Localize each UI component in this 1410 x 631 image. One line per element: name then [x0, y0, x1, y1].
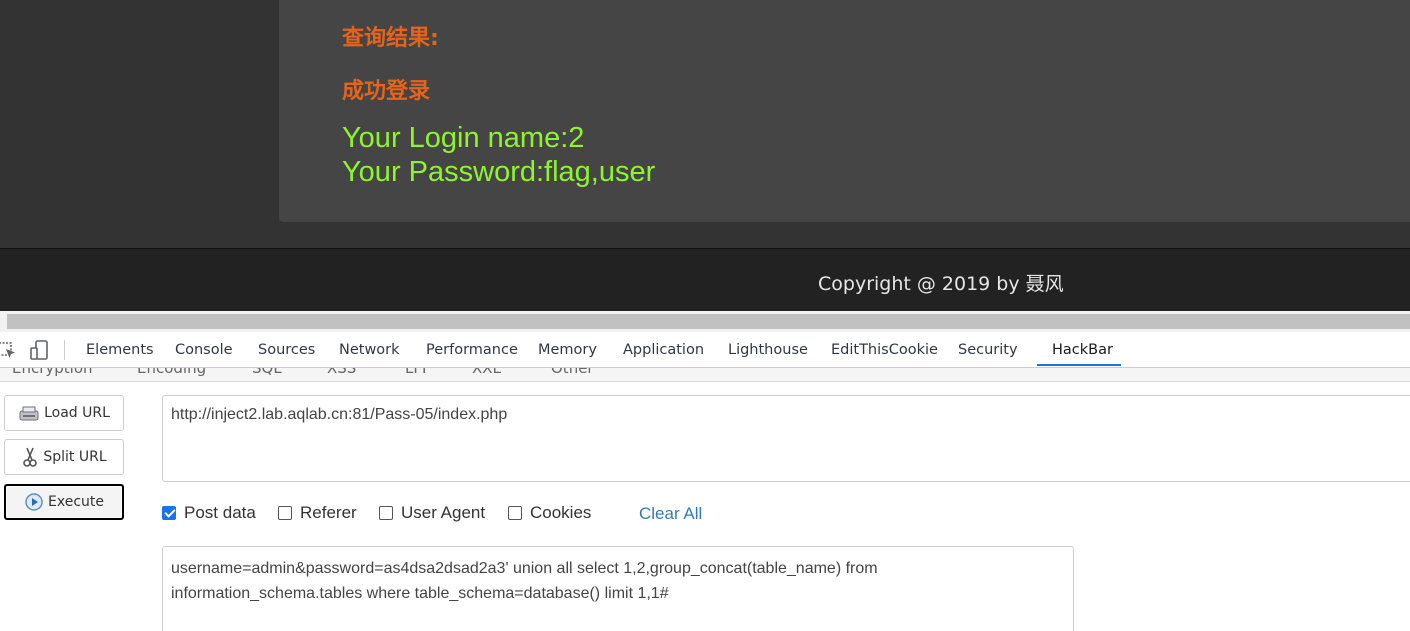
user-agent-checkbox[interactable]	[379, 506, 393, 520]
post-data-option[interactable]: Post data	[162, 503, 256, 523]
referer-checkbox[interactable]	[278, 506, 292, 520]
menu-encoding[interactable]: Encoding	[137, 368, 206, 377]
load-url-label: Load URL	[44, 405, 110, 421]
toolbar-divider	[64, 340, 65, 360]
menu-encryption[interactable]: Encryption	[12, 368, 93, 377]
tab-application[interactable]: Application	[623, 342, 704, 358]
post-data-checkbox[interactable]	[162, 506, 176, 520]
login-status: 成功登录	[342, 79, 431, 104]
clear-all-link[interactable]: Clear All	[639, 504, 702, 524]
inspect-element-icon[interactable]	[0, 339, 18, 361]
execute-label: Execute	[48, 494, 104, 510]
post-data-label: Post data	[184, 503, 256, 522]
tab-network[interactable]: Network	[339, 342, 400, 358]
menu-xxe[interactable]: XXE	[472, 368, 502, 377]
post-data-line-1: username=admin&password=as4dsa2dsad2a3' …	[171, 560, 878, 577]
tab-console[interactable]: Console	[175, 342, 233, 358]
page-footer: Copyright @ 2019 by 聂风	[0, 248, 1410, 311]
scissors-icon	[23, 447, 38, 467]
device-toolbar-icon[interactable]	[29, 339, 51, 361]
referer-label: Referer	[300, 503, 357, 522]
play-icon	[25, 493, 43, 511]
user-agent-option[interactable]: User Agent	[379, 503, 485, 523]
menu-sql[interactable]: SQL	[252, 368, 282, 377]
split-url-button[interactable]: Split URL	[4, 439, 124, 475]
cookies-option[interactable]: Cookies	[508, 503, 591, 523]
password-text: Your Password:flag,user	[342, 156, 656, 188]
scrollbar-thumb[interactable]	[7, 314, 1410, 329]
tab-security[interactable]: Security	[958, 342, 1018, 358]
cookies-checkbox[interactable]	[508, 506, 522, 520]
load-url-button[interactable]: Load URL	[4, 395, 124, 431]
user-agent-label: User Agent	[401, 503, 486, 522]
tab-elements[interactable]: Elements	[86, 342, 154, 358]
tab-memory[interactable]: Memory	[538, 342, 597, 358]
cookies-label: Cookies	[530, 503, 592, 522]
result-title: 查询结果:	[342, 26, 439, 51]
menu-xss[interactable]: XSS	[327, 368, 356, 377]
post-data-line-2: information_schema.tables where table_sc…	[171, 585, 669, 602]
url-input[interactable]: http://inject2.lab.aqlab.cn:81/Pass-05/i…	[162, 395, 1410, 482]
login-name-text: Your Login name:2	[342, 122, 585, 154]
hackbar-menu: Encryption Encoding SQL XSS LFI XXE Othe…	[0, 368, 1410, 382]
tab-hackbar[interactable]: HackBar	[1052, 342, 1113, 358]
execute-button[interactable]: Execute	[4, 484, 124, 520]
tab-lighthouse[interactable]: Lighthouse	[728, 342, 808, 358]
menu-lfi[interactable]: LFI	[405, 368, 426, 377]
menu-other[interactable]: Other	[551, 368, 594, 377]
load-url-icon	[19, 406, 39, 421]
split-url-label: Split URL	[43, 449, 107, 465]
tab-sources[interactable]: Sources	[258, 342, 315, 358]
referer-option[interactable]: Referer	[278, 503, 357, 523]
copyright-text: Copyright @ 2019 by 聂风	[818, 273, 1064, 295]
tab-editthiscookie[interactable]: EditThisCookie	[831, 342, 938, 358]
tab-performance[interactable]: Performance	[426, 342, 518, 358]
post-data-input[interactable]: username=admin&password=as4dsa2dsad2a3' …	[162, 546, 1074, 631]
active-tab-indicator	[1037, 364, 1121, 366]
